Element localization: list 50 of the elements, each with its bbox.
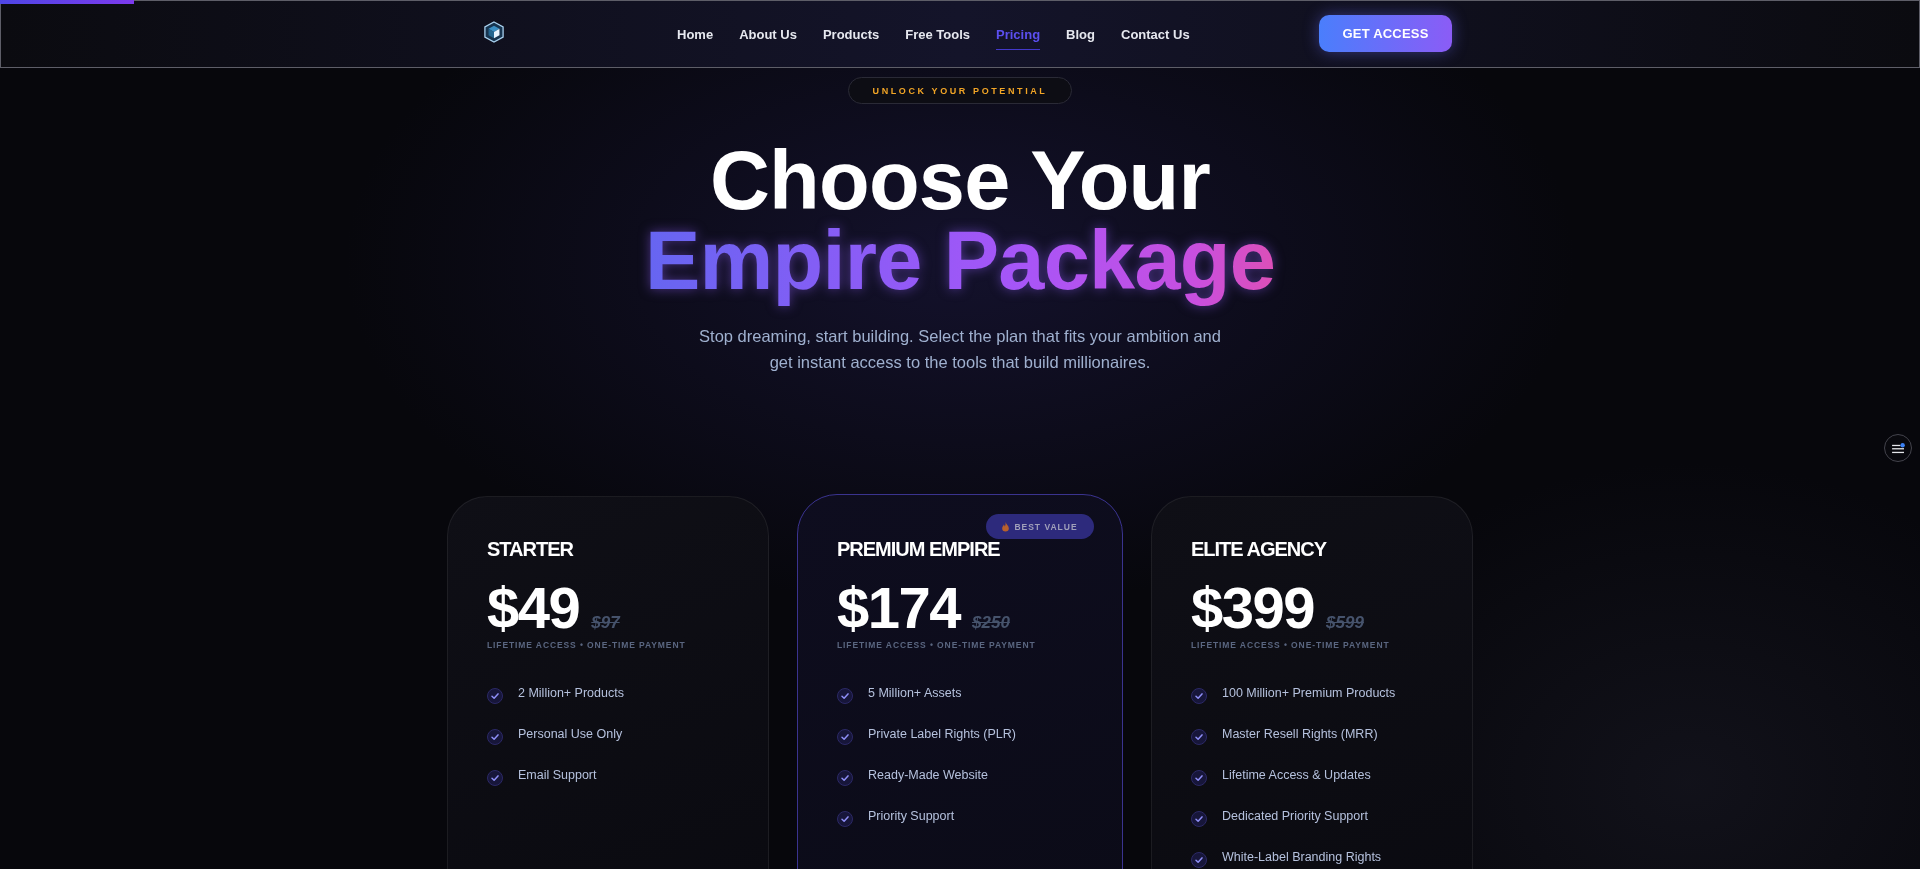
check-icon [1191, 729, 1207, 745]
nav-link[interactable]: Contact Us [1121, 18, 1190, 50]
nav-link[interactable]: Free Tools [905, 18, 971, 50]
original-price: $599 [1326, 613, 1364, 633]
get-access-button[interactable]: GET ACCESS [1319, 14, 1452, 52]
plan-name: ELITE AGENCY [1191, 539, 1327, 559]
plan-name: STARTER [487, 539, 573, 559]
feature-text: Personal Use Only [518, 726, 623, 743]
feature-text: Priority Support [868, 808, 955, 825]
check-icon [1191, 852, 1207, 868]
nav-link[interactable]: Products [822, 18, 880, 50]
feature-text: 100 Million+ Premium Products [1222, 685, 1396, 702]
original-price: $97 [591, 613, 620, 633]
payment-terms: LIFETIME ACCESS • ONE-TIME PAYMENT [837, 639, 1036, 651]
check-icon [837, 729, 853, 745]
plan-price: $399 [1191, 579, 1315, 637]
check-icon [837, 811, 853, 827]
plan-price: $49 [487, 579, 580, 637]
menu-icon [1891, 442, 1905, 454]
check-icon [487, 688, 503, 704]
check-icon [1191, 688, 1207, 704]
hexagon-logo-icon[interactable] [484, 21, 504, 43]
check-icon [837, 688, 853, 704]
feature-text: Private Label Rights (PLR) [868, 726, 1016, 743]
check-icon [1191, 770, 1207, 786]
check-icon [487, 729, 503, 745]
feature-text: 2 Million+ Products [518, 685, 624, 702]
tagline-pill: UNLOCK YOUR POTENTIAL [848, 77, 1072, 104]
feature-text: Master Resell Rights (MRR) [1222, 726, 1378, 743]
feature-text: White-Label Branding Rights [1222, 849, 1382, 866]
feature-text: Email Support [518, 767, 597, 784]
payment-terms: LIFETIME ACCESS • ONE-TIME PAYMENT [487, 639, 686, 651]
feature-text: 5 Million+ Assets [868, 685, 962, 702]
original-price: $250 [972, 613, 1010, 633]
feature-text: Ready-Made Website [868, 767, 988, 784]
check-icon [487, 770, 503, 786]
payment-terms: LIFETIME ACCESS • ONE-TIME PAYMENT [1191, 639, 1390, 651]
nav-link[interactable]: Blog [1066, 18, 1095, 50]
hero-subtitle: Stop dreaming, start building. Select the plan that fits your ambition and get instant access to the tools that build millionaires. [698, 326, 1222, 373]
feature-text: Lifetime Access & Updates [1222, 767, 1371, 784]
check-icon [1191, 811, 1207, 827]
feature-text: Dedicated Priority Support [1222, 808, 1368, 825]
plan-name: PREMIUM EMPIRE [837, 539, 1000, 559]
check-icon [837, 770, 853, 786]
nav-link[interactable]: About Us [739, 18, 797, 50]
nav-link[interactable]: Home [677, 18, 714, 50]
tag-label: BEST VALUE [1014, 521, 1078, 532]
flame-icon [1002, 521, 1010, 532]
floating-menu-button[interactable] [1884, 434, 1912, 462]
plan-price: $174 [837, 579, 961, 637]
